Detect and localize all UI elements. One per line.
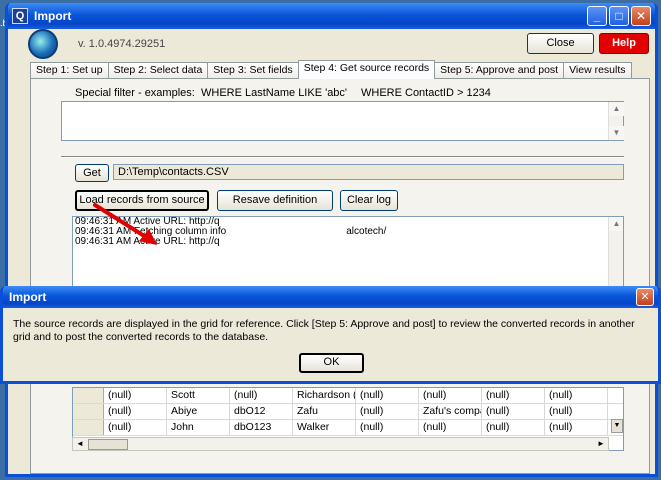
grid-cell[interactable]: Richardson (: [293, 388, 356, 403]
scroll-thumb[interactable]: [88, 439, 128, 450]
red-annotation-arrow-icon: [93, 203, 157, 245]
window-titlebar[interactable]: Q Import _ □ ✕: [8, 3, 655, 29]
version-label: v. 1.0.4974.29251: [78, 38, 166, 50]
filter-example-2: WHERE ContactID > 1234: [361, 87, 491, 99]
tab-step-2[interactable]: Step 2: Select data: [107, 62, 209, 79]
grid-cell[interactable]: dbO12: [230, 404, 293, 419]
minimize-button[interactable]: _: [587, 6, 607, 26]
divider: [61, 156, 624, 158]
log-scrollbar[interactable]: ▲: [608, 217, 623, 295]
grid-cell[interactable]: (null): [482, 388, 545, 403]
resave-definition-button[interactable]: Resave definition: [217, 190, 333, 211]
window-close-icon[interactable]: ✕: [631, 6, 651, 26]
grid-cell[interactable]: (null): [104, 404, 167, 419]
grid-cell[interactable]: (null): [356, 388, 419, 403]
grid-cell[interactable]: Zafu's compa: [419, 404, 482, 419]
grid-cell[interactable]: Abiye: [167, 404, 230, 419]
grid-cell[interactable]: (null): [356, 404, 419, 419]
grid-cell[interactable]: (null): [230, 388, 293, 403]
tab-step-1[interactable]: Step 1: Set up: [30, 62, 109, 79]
table-row[interactable]: (null) Abiye dbO12 Zafu (null) Zafu's co…: [73, 404, 623, 420]
help-button[interactable]: Help: [599, 33, 649, 54]
grid-cell[interactable]: (null): [419, 388, 482, 403]
grid-cell[interactable]: (null): [104, 388, 167, 403]
clear-log-button[interactable]: Clear log: [340, 190, 398, 211]
step-tabs: Step 1: Set up Step 2: Select data Step …: [30, 60, 632, 79]
dialog-title: Import: [9, 290, 47, 304]
source-path-field[interactable]: D:\Temp\contacts.CSV: [113, 164, 624, 180]
dialog-close-icon[interactable]: ✕: [636, 288, 654, 306]
app-logo-icon: [28, 29, 58, 59]
grid-cell[interactable]: Scott: [167, 388, 230, 403]
filter-example-1: WHERE LastName LIKE 'abc': [201, 87, 348, 99]
scroll-up-icon[interactable]: ▲: [609, 102, 624, 116]
tab-step-4[interactable]: Step 4: Get source records: [297, 60, 436, 79]
step-4-panel: Special filter - examples: WHERE LastNam…: [30, 78, 650, 474]
import-message-dialog: Import ✕ The source records are displaye…: [0, 286, 661, 384]
scroll-left-icon[interactable]: ◄: [73, 438, 87, 450]
maximize-button[interactable]: □: [609, 6, 629, 26]
grid-cell[interactable]: Zafu: [293, 404, 356, 419]
scroll-up-icon[interactable]: ▲: [609, 217, 623, 231]
grid-cell[interactable]: dbO123: [230, 420, 293, 435]
grid-cell[interactable]: (null): [419, 420, 482, 435]
window-title: Import: [34, 9, 72, 23]
grid-cell[interactable]: Walker: [293, 420, 356, 435]
grid-cell[interactable]: (null): [104, 420, 167, 435]
grid-scroll-down-icon[interactable]: ▼: [611, 419, 623, 433]
dialog-message: The source records are displayed in the …: [13, 318, 635, 343]
row-header[interactable]: [73, 388, 104, 403]
filter-scrollbar[interactable]: ▲ ▼: [608, 102, 624, 140]
row-header[interactable]: [73, 420, 104, 435]
grid-cell[interactable]: John: [167, 420, 230, 435]
close-button[interactable]: Close: [527, 33, 594, 54]
grid-cell[interactable]: (null): [545, 388, 608, 403]
dialog-titlebar[interactable]: Import ✕: [3, 286, 658, 308]
grid-horizontal-scrollbar[interactable]: ◄ ►: [72, 437, 609, 451]
filter-label: Special filter - examples:: [75, 87, 195, 99]
grid-cell[interactable]: (null): [482, 404, 545, 419]
grid-cell[interactable]: (null): [545, 404, 608, 419]
get-button[interactable]: Get: [75, 164, 109, 182]
ok-button[interactable]: OK: [299, 353, 364, 373]
table-row[interactable]: (null) Scott (null) Richardson ( (null) …: [73, 388, 623, 404]
tab-view-results[interactable]: View results: [563, 62, 632, 79]
tab-step-5[interactable]: Step 5: Approve and post: [434, 62, 565, 79]
scroll-down-icon[interactable]: ▼: [609, 126, 624, 140]
grid-cell[interactable]: (null): [356, 420, 419, 435]
grid-cell[interactable]: (null): [545, 420, 608, 435]
scroll-right-icon[interactable]: ►: [594, 438, 608, 450]
special-filter-input[interactable]: ▲ ▼: [61, 101, 624, 141]
import-window: Q Import _ □ ✕ v. 1.0.4974.29251 Close H…: [5, 3, 658, 477]
grid-cell[interactable]: (null): [482, 420, 545, 435]
row-header[interactable]: [73, 404, 104, 419]
table-row[interactable]: (null) John dbO123 Walker (null) (null) …: [73, 420, 623, 436]
tab-step-3[interactable]: Step 3: Set fields: [207, 62, 299, 79]
app-icon: Q: [12, 8, 28, 24]
